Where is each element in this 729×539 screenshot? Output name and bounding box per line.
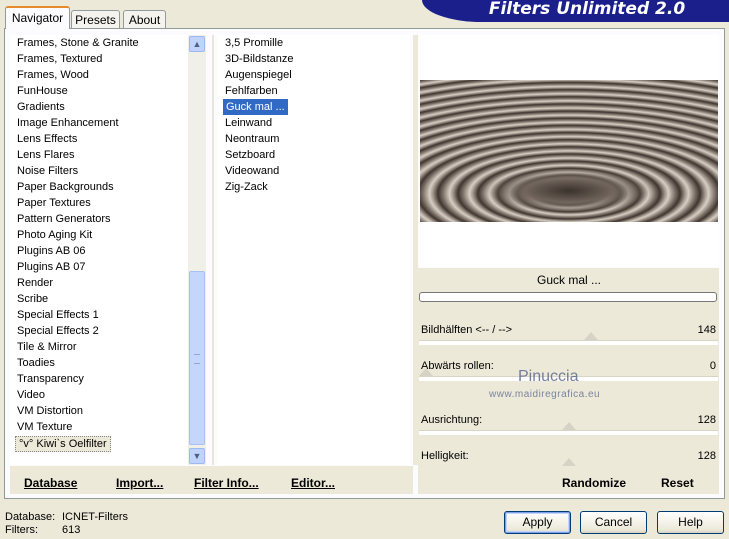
filters-status-value: 613: [62, 524, 81, 536]
category-item[interactable]: Plugins AB 06: [17, 243, 86, 259]
scroll-grip-icon: [194, 354, 200, 364]
category-item[interactable]: Paper Backgrounds: [17, 179, 114, 195]
database-status-label: Database:: [5, 511, 56, 523]
category-item[interactable]: Lens Flares: [17, 147, 74, 163]
list-divider: [212, 35, 214, 465]
app-title: Filters Unlimited 2.0: [488, 0, 686, 19]
tab-presets[interactable]: Presets: [71, 10, 120, 28]
selected-filter-name: Guck mal ...: [536, 273, 601, 287]
filter-item[interactable]: Fehlfarben: [225, 83, 278, 99]
filter-item[interactable]: 3,5 Promille: [225, 35, 283, 51]
slider-thumb[interactable]: [562, 422, 576, 430]
slider-label: Bildhälften <-- / -->: [421, 324, 513, 336]
reset-button[interactable]: Reset: [661, 476, 694, 490]
scroll-up-button[interactable]: ▲: [189, 36, 205, 52]
category-list[interactable]: Frames, Stone & Granite Frames, Textured F…: [10, 35, 188, 465]
filter-item[interactable]: Zig-Zack: [225, 179, 268, 195]
watermark-name: Pinuccia: [518, 368, 579, 385]
slider-label: Helligkeit:: [421, 450, 469, 462]
help-button[interactable]: Help: [657, 511, 724, 534]
category-scrollbar[interactable]: ▲ ▼: [188, 35, 206, 465]
filter-list[interactable]: 3,5 Promille 3D-Bildstanze Augenspiegel Feh…: [218, 35, 410, 465]
filter-item[interactable]: Neontraum: [225, 131, 279, 147]
category-item[interactable]: °v° Kiwi`s Oelfilter: [15, 436, 111, 452]
slider-label: Ausrichtung:: [421, 414, 483, 426]
category-item[interactable]: Pattern Generators: [17, 211, 111, 227]
scroll-thumb[interactable]: [189, 271, 205, 445]
slider-thumb[interactable]: [584, 332, 598, 340]
slider-value: 0: [709, 360, 716, 372]
apply-button[interactable]: Apply: [504, 511, 571, 534]
filter-item[interactable]: Leinwand: [225, 115, 272, 131]
slider-track[interactable]: [419, 430, 718, 435]
progress-bar: [419, 292, 717, 302]
category-item[interactable]: Special Effects 1: [17, 307, 99, 323]
category-item[interactable]: Photo Aging Kit: [17, 227, 92, 243]
filters-status-label: Filters:: [5, 524, 38, 536]
tab-about[interactable]: About: [123, 10, 166, 28]
category-item[interactable]: Special Effects 2: [17, 323, 99, 339]
tab-navigator[interactable]: Navigator: [5, 6, 70, 29]
category-item[interactable]: Frames, Stone & Granite: [17, 35, 139, 51]
category-item[interactable]: VM Distortion: [17, 403, 83, 419]
watermark-site: www.maidiregrafica.eu: [489, 389, 601, 400]
filter-item[interactable]: Setzboard: [225, 147, 275, 163]
category-item[interactable]: Image Enhancement: [17, 115, 119, 131]
category-item[interactable]: Paper Textures: [17, 195, 91, 211]
slider-row[interactable]: Ausrichtung: 128: [419, 414, 719, 448]
slider-thumb[interactable]: [562, 458, 576, 466]
slider-value: 128: [697, 414, 716, 426]
slider-track[interactable]: [419, 340, 718, 345]
cancel-button[interactable]: Cancel: [580, 511, 647, 534]
scroll-down-button[interactable]: ▼: [189, 448, 205, 464]
preview-image: [420, 80, 718, 222]
database-button[interactable]: Database: [24, 476, 77, 490]
database-status-value: ICNET-Filters: [62, 511, 128, 523]
slider-value: 148: [697, 324, 716, 336]
filter-item[interactable]: 3D-Bildstanze: [225, 51, 293, 67]
category-item[interactable]: Scribe: [17, 291, 48, 307]
category-item[interactable]: Frames, Textured: [17, 51, 102, 67]
slider-thumb[interactable]: [419, 368, 433, 376]
filter-item[interactable]: Videowand: [225, 163, 279, 179]
slider-value: 128: [697, 450, 716, 462]
category-item[interactable]: Toadies: [17, 355, 55, 371]
category-item[interactable]: Tile & Mirror: [17, 339, 76, 355]
category-item[interactable]: Transparency: [17, 371, 84, 387]
category-item[interactable]: Frames, Wood: [17, 67, 89, 83]
slider-row[interactable]: Bildhälften <-- / --> 148: [419, 324, 719, 358]
filter-item[interactable]: Augenspiegel: [225, 67, 292, 83]
randomize-button[interactable]: Randomize: [562, 476, 626, 490]
category-item[interactable]: Plugins AB 07: [17, 259, 86, 275]
category-item[interactable]: Noise Filters: [17, 163, 78, 179]
category-item[interactable]: Render: [17, 275, 53, 291]
filter-item[interactable]: Guck mal ...: [223, 99, 288, 115]
import-button[interactable]: Import...: [116, 476, 163, 490]
category-item[interactable]: FunHouse: [17, 83, 68, 99]
category-item[interactable]: Lens Effects: [17, 131, 77, 147]
category-item[interactable]: VM Texture: [17, 419, 72, 435]
category-item[interactable]: Gradients: [17, 99, 65, 115]
filter-info-button[interactable]: Filter Info...: [194, 476, 259, 490]
category-item[interactable]: Video: [17, 387, 45, 403]
editor-button[interactable]: Editor...: [291, 476, 335, 490]
